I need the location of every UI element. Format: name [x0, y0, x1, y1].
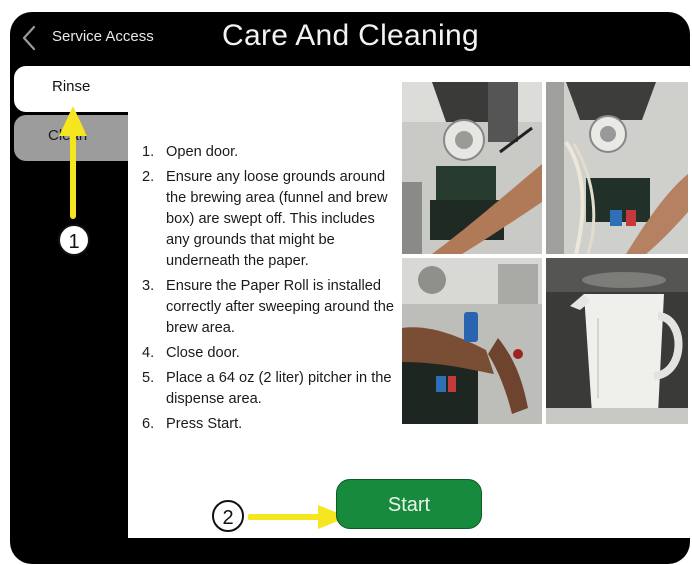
- brew-box-photo: [546, 82, 688, 254]
- instruction-list: 1. Open door. 2. Ensure any loose grounds …: [142, 142, 402, 439]
- content-panel: 1. Open door. 2. Ensure any loose grounds …: [128, 66, 690, 538]
- brew-area-photo: [402, 82, 542, 254]
- list-item: 5. Place a 64 oz (2 liter) pitcher in the…: [142, 370, 392, 407]
- list-item: 3. Ensure the Paper Roll is installed cor…: [142, 278, 394, 336]
- callout-2: 2: [212, 500, 244, 532]
- list-item: 2. Ensure any loose grounds around the br…: [142, 169, 388, 269]
- arrow-up-icon: [59, 106, 87, 219]
- tab-rinse-label: Rinse: [52, 78, 91, 95]
- start-button[interactable]: Start: [336, 479, 482, 529]
- paper-roll-photo: [402, 258, 542, 424]
- list-item: 1. Open door.: [142, 144, 239, 160]
- page-title: Care And Cleaning: [222, 19, 479, 52]
- callout-1: 1: [58, 224, 90, 256]
- chevron-left-icon[interactable]: [18, 24, 40, 52]
- arrow-right-icon: [248, 505, 348, 529]
- list-item: 6. Press Start.: [142, 416, 243, 432]
- list-item: 4. Close door.: [142, 345, 240, 361]
- device-frame: Service Access Care And Cleaning Clean R…: [10, 12, 690, 564]
- pitcher-photo: [546, 258, 688, 424]
- title-bar: Service Access Care And Cleaning: [10, 12, 690, 64]
- back-button-label[interactable]: Service Access: [52, 28, 154, 45]
